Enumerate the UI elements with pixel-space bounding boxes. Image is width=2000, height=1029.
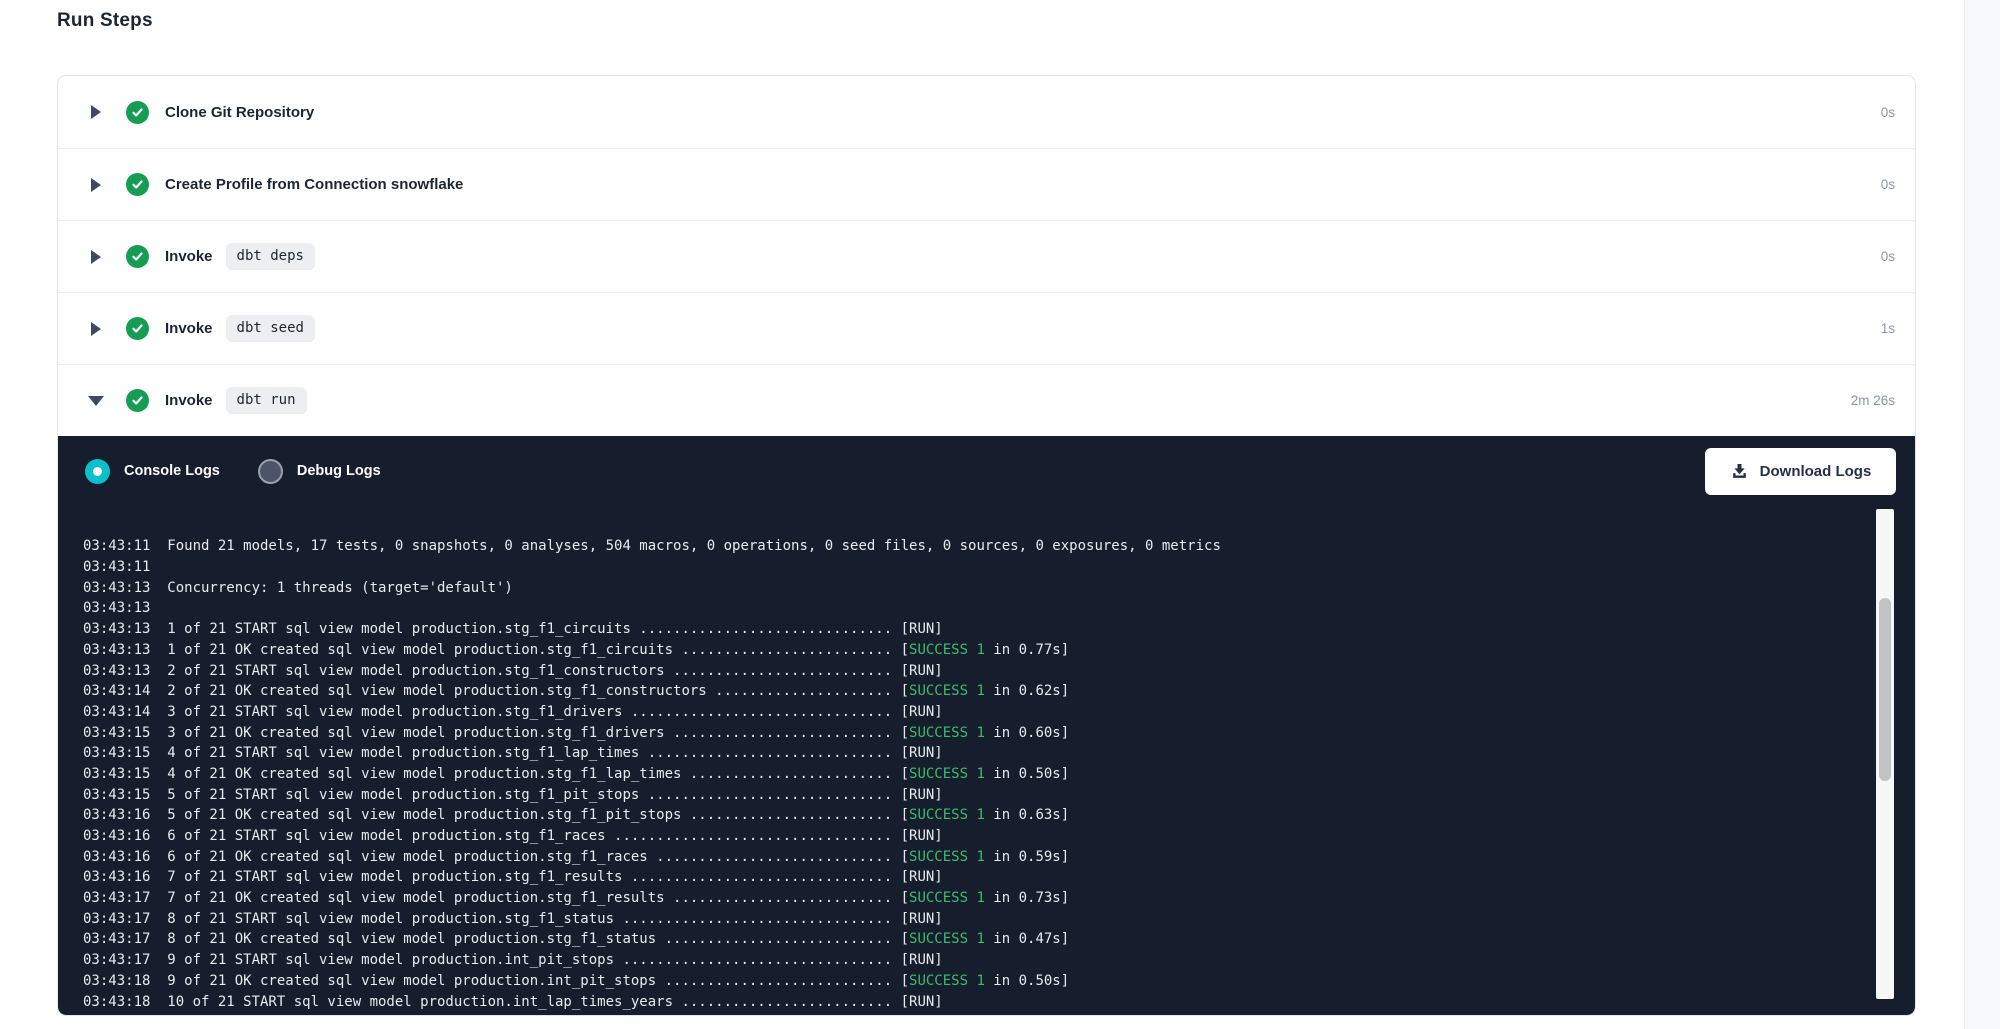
- log-line: 03:43:13 1 of 21 START sql view model pr…: [83, 619, 1915, 640]
- log-line: 03:43:17 8 of 21 START sql view model pr…: [83, 909, 1915, 930]
- log-line: 03:43:11: [83, 557, 1915, 578]
- step-row[interactable]: Invoke dbt run 2m 26s: [58, 364, 1915, 436]
- download-icon: [1730, 462, 1749, 481]
- step-duration: 0s: [1881, 249, 1895, 264]
- expand-caret-icon[interactable]: [89, 250, 103, 264]
- radio-selected-icon[interactable]: [85, 459, 110, 484]
- step-label: Invoke: [165, 248, 213, 265]
- console-panel: Console Logs Debug Logs Download Logs 03…: [58, 436, 1915, 1015]
- log-line: 03:43:16 7 of 21 START sql view model pr…: [83, 867, 1915, 888]
- step-row[interactable]: Clone Git Repository 0s: [58, 76, 1915, 148]
- status-success-icon: [126, 245, 149, 268]
- page-title: Run Steps: [57, 10, 153, 32]
- step-duration: 2m 26s: [1851, 393, 1895, 408]
- expand-caret-icon[interactable]: [89, 322, 103, 336]
- log-success-status: SUCCESS 1: [909, 807, 985, 823]
- log-success-status: SUCCESS 1: [909, 725, 985, 741]
- step-label: Create Profile from Connection snowflake: [165, 176, 463, 193]
- log-line: 03:43:11 Found 21 models, 17 tests, 0 sn…: [83, 536, 1915, 557]
- console-logs-radio[interactable]: Console Logs: [85, 459, 220, 484]
- steps-list: Clone Git Repository0sCreate Profile fro…: [58, 76, 1915, 436]
- log-line: 03:43:13: [83, 598, 1915, 619]
- log-line: 03:43:18 9 of 21 OK created sql view mod…: [83, 971, 1915, 992]
- log-success-status: SUCCESS 1: [909, 931, 985, 947]
- status-success-icon: [126, 389, 149, 412]
- right-gutter: [1964, 0, 2000, 1029]
- log-line: 03:43:17 7 of 21 OK created sql view mod…: [83, 888, 1915, 909]
- status-success-icon: [126, 101, 149, 124]
- console-logs-label[interactable]: Console Logs: [124, 463, 220, 479]
- step-label: Invoke: [165, 392, 213, 409]
- log-line: 03:43:13 Concurrency: 1 threads (target=…: [83, 578, 1915, 599]
- step-command-chip: dbt run: [226, 387, 307, 414]
- log-success-status: SUCCESS 1: [909, 973, 985, 989]
- step-duration: 1s: [1881, 321, 1895, 336]
- step-command-chip: dbt seed: [226, 315, 315, 342]
- log-line: 03:43:16 5 of 21 OK created sql view mod…: [83, 805, 1915, 826]
- expand-caret-icon[interactable]: [89, 178, 103, 192]
- status-success-icon: [126, 317, 149, 340]
- log-success-status: SUCCESS 1: [909, 766, 985, 782]
- log-line: 03:43:15 4 of 21 OK created sql view mod…: [83, 764, 1915, 785]
- log-line: 03:43:14 3 of 21 START sql view model pr…: [83, 702, 1915, 723]
- step-duration: 0s: [1881, 177, 1895, 192]
- debug-logs-label[interactable]: Debug Logs: [297, 463, 381, 479]
- log-line: 03:43:13 2 of 21 START sql view model pr…: [83, 661, 1915, 682]
- log-line: 03:43:15 4 of 21 START sql view model pr…: [83, 743, 1915, 764]
- log-lines: 03:43:11 Found 21 models, 17 tests, 0 sn…: [83, 536, 1915, 1013]
- log-line: 03:43:16 6 of 21 OK created sql view mod…: [83, 847, 1915, 868]
- log-success-status: SUCCESS 1: [909, 849, 985, 865]
- log-line: 03:43:19 10 of 21 OK created sql view mo…: [83, 1012, 1915, 1013]
- log-line: 03:43:16 6 of 21 START sql view model pr…: [83, 826, 1915, 847]
- log-success-status: SUCCESS 1: [909, 890, 985, 906]
- log-line: 03:43:15 5 of 21 START sql view model pr…: [83, 785, 1915, 806]
- log-line: 03:43:14 2 of 21 OK created sql view mod…: [83, 681, 1915, 702]
- step-command-chip: dbt deps: [226, 243, 315, 270]
- step-label: Clone Git Repository: [165, 104, 314, 121]
- log-scrollbar-track[interactable]: [1876, 509, 1894, 999]
- download-logs-label: Download Logs: [1760, 463, 1872, 480]
- steps-card: Clone Git Repository0sCreate Profile fro…: [57, 75, 1916, 1016]
- status-success-icon: [126, 173, 149, 196]
- log-success-status: SUCCESS 1: [909, 642, 985, 658]
- log-line: 03:43:15 3 of 21 OK created sql view mod…: [83, 723, 1915, 744]
- download-logs-button[interactable]: Download Logs: [1705, 448, 1896, 495]
- log-viewer[interactable]: 03:43:11 Found 21 models, 17 tests, 0 sn…: [58, 506, 1915, 1013]
- log-scrollbar-thumb[interactable]: [1879, 598, 1891, 781]
- radio-unselected-icon[interactable]: [258, 459, 283, 484]
- log-line: 03:43:17 8 of 21 OK created sql view mod…: [83, 929, 1915, 950]
- step-row[interactable]: Create Profile from Connection snowflake…: [58, 148, 1915, 220]
- step-row[interactable]: Invoke dbt seed 1s: [58, 292, 1915, 364]
- log-line: 03:43:13 1 of 21 OK created sql view mod…: [83, 640, 1915, 661]
- debug-logs-radio[interactable]: Debug Logs: [258, 459, 381, 484]
- step-row[interactable]: Invoke dbt deps 0s: [58, 220, 1915, 292]
- collapse-caret-icon[interactable]: [89, 396, 103, 406]
- expand-caret-icon[interactable]: [89, 105, 103, 119]
- log-success-status: SUCCESS 1: [909, 683, 985, 699]
- console-panel-header: Console Logs Debug Logs Download Logs: [58, 436, 1915, 506]
- log-line: 03:43:17 9 of 21 START sql view model pr…: [83, 950, 1915, 971]
- step-duration: 0s: [1881, 105, 1895, 120]
- log-line: 03:43:18 10 of 21 START sql view model p…: [83, 992, 1915, 1013]
- step-label: Invoke: [165, 320, 213, 337]
